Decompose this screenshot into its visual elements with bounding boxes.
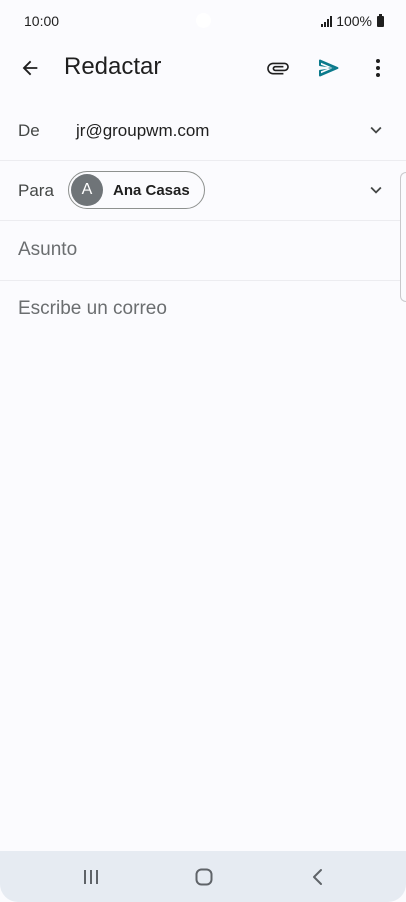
attach-icon	[267, 62, 289, 75]
from-label: De	[18, 121, 40, 140]
to-label: Para	[18, 181, 54, 200]
subject-field[interactable]: Asunto	[0, 221, 406, 281]
attach-button[interactable]	[262, 52, 294, 84]
top-app-bar: Redactar	[0, 40, 406, 96]
page-title: Redactar	[64, 53, 162, 80]
subject-placeholder: Asunto	[18, 239, 78, 260]
edge-panel-handle[interactable]	[400, 172, 406, 302]
from-row[interactable]: De jr@groupwm.com	[0, 101, 406, 161]
signal-icon	[321, 15, 333, 27]
recipient-chip[interactable]: A Ana Casas	[68, 171, 205, 209]
to-expand-button[interactable]	[364, 178, 388, 202]
arrow-back-icon	[22, 60, 38, 76]
avatar: A	[71, 174, 103, 206]
status-time: 10:00	[24, 13, 60, 29]
chevron-down-icon	[370, 186, 382, 194]
to-row[interactable]: Para A Ana Casas	[0, 161, 406, 221]
status-bar: 10:00 100%	[0, 0, 406, 40]
battery-icon	[377, 13, 384, 27]
from-account[interactable]: jr@groupwm.com	[76, 121, 209, 141]
battery-percent: 100%	[336, 13, 372, 29]
recipient-name: Ana Casas	[113, 182, 190, 199]
system-back-button[interactable]	[305, 864, 331, 890]
more-options-button[interactable]	[362, 52, 394, 84]
camera-notch	[196, 13, 211, 28]
send-button[interactable]	[313, 52, 345, 84]
home-icon	[195, 868, 213, 886]
nav-back-icon	[313, 869, 322, 885]
status-indicators: 100%	[321, 12, 384, 30]
home-button[interactable]	[191, 864, 217, 890]
back-button[interactable]	[14, 52, 46, 84]
navigation-bar	[0, 851, 406, 902]
chevron-down-icon	[370, 126, 382, 134]
body-field[interactable]: Escribe un correo	[18, 298, 167, 320]
recents-button[interactable]	[78, 864, 104, 890]
more-vert-icon	[376, 59, 380, 77]
from-expand-button[interactable]	[364, 118, 388, 142]
compose-screen: 10:00 100% Redactar De jr@groupwm.com Pa…	[0, 0, 406, 902]
send-icon	[319, 59, 339, 77]
recents-icon	[84, 870, 98, 884]
